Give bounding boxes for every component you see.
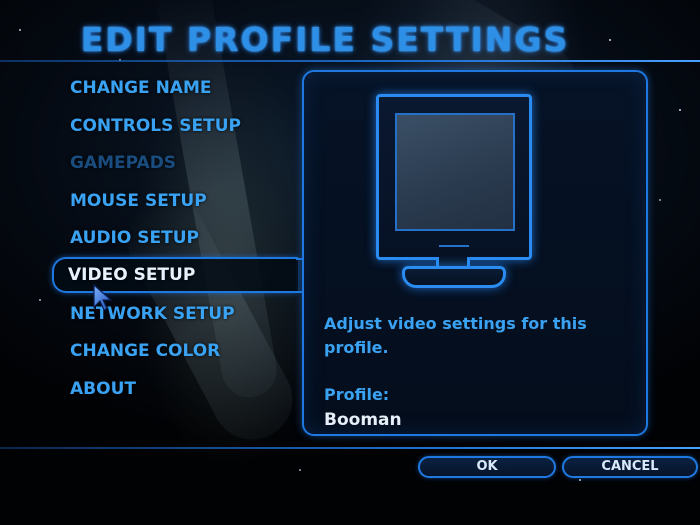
profile-name: Booman xyxy=(324,410,402,430)
monitor-bezel xyxy=(439,245,469,247)
menu-item-change-name[interactable]: CHANGE NAME xyxy=(56,70,288,106)
menu-item-gamepads: GAMEPADS xyxy=(70,153,177,173)
menu-item-video-setup[interactable]: VIDEO SETUP xyxy=(52,257,298,293)
page-title: EDIT PROFILE SETTINGS xyxy=(80,20,570,59)
menu-item-controls-setup[interactable]: CONTROLS SETUP xyxy=(56,108,288,144)
menu-item-audio-setup[interactable]: AUDIO SETUP xyxy=(56,220,288,256)
menu-item-about[interactable]: ABOUT xyxy=(56,371,288,407)
monitor-frame xyxy=(376,94,532,260)
panel-description: Adjust video settings for this profile. xyxy=(324,314,587,357)
menu-item-change-color[interactable]: CHANGE COLOR xyxy=(56,333,288,369)
monitor-base xyxy=(402,266,506,288)
ok-button[interactable]: OK xyxy=(418,456,556,478)
mouse-cursor-icon xyxy=(93,283,113,311)
monitor-icon xyxy=(376,94,576,304)
menu-item-network-setup[interactable]: NETWORK SETUP xyxy=(56,296,288,332)
bottom-divider xyxy=(0,447,700,449)
profile-label: Profile: xyxy=(324,385,390,404)
menu-item-mouse-setup[interactable]: MOUSE SETUP xyxy=(56,183,288,219)
cancel-button[interactable]: CANCEL xyxy=(562,456,698,478)
title-divider xyxy=(0,60,700,62)
info-panel: Adjust video settings for this profile. … xyxy=(302,70,648,436)
monitor-screen xyxy=(395,113,515,231)
